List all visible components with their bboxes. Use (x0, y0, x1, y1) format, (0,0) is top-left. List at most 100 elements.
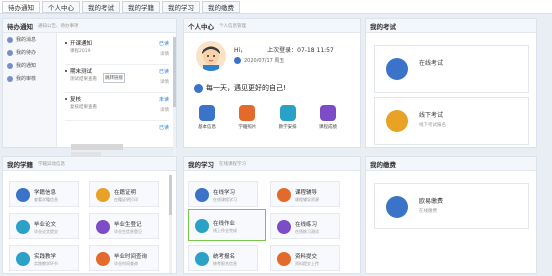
card-title: 在线学习 (213, 190, 236, 196)
card-title: 线下考试 (419, 112, 444, 119)
greeting-text: Hi， 上次登录：07-18 11:57 (234, 47, 334, 54)
date-text: 2020/07/17 周五 (244, 58, 285, 64)
card-xueji-info[interactable]: 学籍信息 查看学籍信息 (9, 181, 79, 207)
read-status[interactable]: 已读 (159, 40, 169, 47)
card-title: 资料提交 (295, 254, 318, 260)
slogan-text: 每一天，遇见更好的自己! (206, 84, 286, 92)
bullet-icon (65, 98, 67, 100)
side-item-messages[interactable]: 我的消息 (3, 33, 56, 46)
card-graduate-register[interactable]: 毕业生登记 毕业生信息登记 (89, 213, 159, 239)
top-nav: 待办通知 个人中心 我的考试 我的学籍 我的学习 我的缴费 (0, 0, 552, 14)
card-sub: 在线课程学习 (213, 197, 237, 202)
personal-actions: 基本信息 学籍照片 教学安排 课程成绩 (190, 105, 345, 130)
scrollbar-thumb[interactable] (173, 37, 176, 107)
practice-icon (277, 220, 291, 234)
review-icon (7, 75, 13, 82)
tab-my-exam[interactable]: 我的考试 (82, 0, 120, 13)
tab-todo[interactable]: 待办通知 (2, 0, 40, 13)
card-sub: 课程辅导资源 (295, 197, 319, 202)
card-title: 毕业时间查询 (114, 254, 148, 260)
card-material-submit[interactable]: 资料提交 资料提交上传 (270, 245, 340, 271)
schedule-button[interactable]: 教学安排 (271, 105, 305, 130)
detail-link[interactable]: 详情 (160, 79, 169, 85)
todo-panel: 待办通知 通知公告、待办事项 我的消息 我的待办 我的通知 我的审核 开课通知 … (2, 18, 177, 161)
online-exam-card[interactable]: 在线考试 (374, 45, 529, 93)
detail-link[interactable]: 详情 (160, 107, 169, 113)
card-thesis[interactable]: 毕业论文 毕业论文提交 (9, 213, 79, 239)
button-label: 学籍照片 (238, 125, 257, 130)
fee-header: 我的缴费 (366, 157, 536, 171)
side-item-label: 我的消息 (16, 37, 37, 43)
grades-icon (319, 105, 336, 121)
online-study-icon (195, 188, 209, 202)
personal-panel: 个人中心 个人信息管理 Hi， 上次登录：07-18 11:57 2020/07… (183, 18, 361, 148)
study-panel: 我的学习 在线课程学习 在线学习 在线课程学习 课程辅导 课程辅导资源 在线作业 线上… (183, 156, 361, 274)
side-item-notice[interactable]: 我的通知 (3, 59, 56, 72)
list-item[interactable]: 复核 复核结果查看 未读 详情 (65, 93, 169, 121)
read-status[interactable]: 未读 (159, 96, 169, 103)
button-label: 课程成绩 (318, 125, 337, 130)
blurred-text (71, 144, 123, 150)
card-unified-exam[interactable]: 统考报名 统考报名信息 (188, 245, 258, 271)
exam-title: 我的考试 (370, 22, 396, 31)
card-practice[interactable]: 实践教学 实践教学环节 (9, 245, 79, 271)
tooltip: 跳转链接 (103, 73, 125, 83)
personal-title: 个人中心 (188, 22, 214, 31)
scrollbar[interactable] (169, 175, 172, 273)
list-item[interactable]: 开课通知 课程2019 已读 详情 (65, 37, 169, 65)
card-enrollment-proof[interactable]: 在籍证明 在籍证明打印 (89, 181, 159, 207)
tab-my-xueji[interactable]: 我的学籍 (122, 0, 160, 13)
side-item-label: 我的审核 (16, 76, 37, 82)
card-online-practice[interactable]: 在线练习 在线练习测试 (270, 213, 340, 239)
card-title: 毕业生登记 (114, 222, 142, 228)
tab-my-fee[interactable]: 我的缴费 (202, 0, 240, 13)
side-item-review[interactable]: 我的审核 (3, 72, 56, 85)
card-sub: 在线练习测试 (295, 229, 319, 234)
button-label: 基本信息 (198, 125, 216, 130)
item-title: 期末测试 (70, 69, 93, 75)
card-title: 在线练习 (295, 222, 318, 228)
side-item-todo[interactable]: 我的待办 (3, 46, 56, 59)
read-status[interactable]: 已读 (159, 68, 169, 75)
card-title: 在线考试 (419, 60, 444, 67)
card-sub: 毕业时间查询 (114, 261, 138, 266)
card-graduation-time[interactable]: 毕业时间查询 毕业时间查询 (89, 245, 159, 271)
detail-link[interactable]: 详情 (160, 51, 169, 57)
card-title: 课程辅导 (295, 190, 318, 196)
card-title: 欧易缴费 (419, 198, 444, 205)
scrollbar-thumb[interactable] (169, 175, 172, 215)
offline-exam-icon (386, 110, 408, 132)
clock-icon (96, 252, 110, 266)
card-online-homework[interactable]: 在线作业 线上作业完成 (188, 209, 266, 241)
todo-sidebar: 我的消息 我的待办 我的通知 我的审核 (3, 33, 57, 147)
todo-title: 待办通知 (7, 22, 33, 31)
card-course-tutoring[interactable]: 课程辅导 课程辅导资源 (270, 181, 340, 207)
fee-panel: 我的缴费 欧易缴费 在线缴费 (365, 156, 537, 274)
grades-button[interactable]: 课程成绩 (311, 105, 345, 130)
card-sub: 资料提交上传 (295, 261, 319, 266)
basic-info-button[interactable]: 基本信息 (190, 105, 224, 130)
offline-exam-card[interactable]: 线下考试 线下考试报名 (374, 97, 529, 145)
card-title: 在籍证明 (114, 190, 137, 196)
card-title: 统考报名 (213, 254, 236, 260)
card-title: 毕业论文 (34, 222, 57, 228)
card-sub: 查看学籍信息 (34, 197, 58, 202)
xueji-title: 我的学籍 (7, 160, 33, 169)
scrollbar[interactable] (173, 37, 176, 161)
card-online-study[interactable]: 在线学习 在线课程学习 (188, 181, 258, 207)
xueji-subtitle: 学籍异动信息 (38, 161, 65, 167)
tab-personal-center[interactable]: 个人中心 (42, 0, 80, 13)
xueji-header: 我的学籍 学籍异动信息 (3, 157, 176, 171)
todo-subtitle: 通知公告、待办事项 (38, 23, 79, 29)
fee-card[interactable]: 欧易缴费 在线缴费 (374, 183, 529, 229)
calendar-icon (234, 57, 241, 64)
homework-icon (195, 219, 209, 233)
bullet-icon (65, 70, 67, 72)
tab-my-study[interactable]: 我的学习 (162, 0, 200, 13)
photo-button[interactable]: 学籍照片 (230, 105, 264, 130)
read-status[interactable]: 已读 (159, 124, 169, 131)
message-icon (7, 36, 13, 43)
schedule-icon (279, 105, 296, 121)
item-sub: 复核结果查看 (70, 105, 97, 110)
item-title: 复核 (70, 97, 82, 103)
